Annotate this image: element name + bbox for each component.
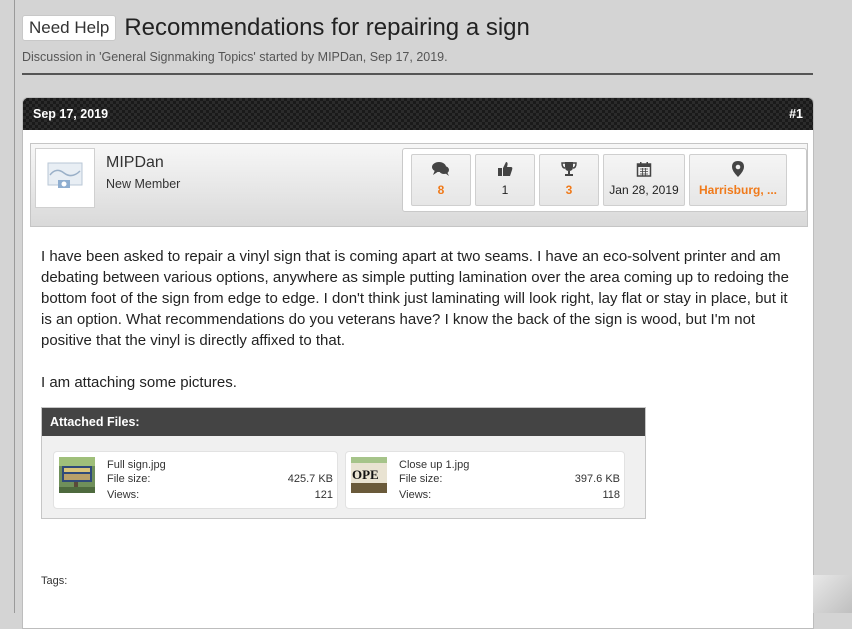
file-size-label: File size:	[399, 473, 443, 485]
username[interactable]: MIPDan	[106, 154, 164, 172]
thread-prefix-badge[interactable]: Need Help	[22, 15, 117, 41]
stat-trophies-value: 3	[565, 183, 573, 197]
post-header: Sep 17, 2019 #1	[23, 98, 813, 130]
stat-likes[interactable]: 1	[475, 154, 535, 206]
attached-files-header: Attached Files:	[42, 408, 645, 436]
stat-joined-value: Jan 28, 2019	[609, 183, 679, 197]
stat-location[interactable]: Harrisburg, ...	[689, 154, 787, 206]
title-divider	[22, 73, 813, 75]
user-info-bar: MIPDan New Member 8 1 3 Jan 28, 2019 Har…	[30, 143, 808, 227]
stat-joined[interactable]: Jan 28, 2019	[603, 154, 685, 206]
post-permalink[interactable]: #1	[789, 107, 803, 121]
attachment-thumbnail[interactable]	[59, 457, 95, 493]
file-size-value: 397.6 KB	[574, 473, 620, 485]
location-pin-icon	[690, 161, 786, 179]
thumbs-up-icon	[476, 161, 534, 179]
trophy-icon	[540, 161, 598, 179]
user-title: New Member	[106, 177, 181, 191]
stat-messages-value: 8	[437, 183, 445, 197]
page-title: Recommendations for repairing a sign	[124, 14, 530, 41]
left-divider	[14, 0, 15, 613]
attached-files: Attached Files: Full sign.jpg File size:…	[41, 407, 646, 519]
tags-label: Tags:	[41, 575, 68, 587]
stat-location-value: Harrisburg, ...	[698, 183, 778, 197]
views-label: Views:	[399, 489, 432, 501]
thread-meta: Discussion in 'General Signmaking Topics…	[22, 50, 448, 64]
views-label: Views:	[107, 489, 140, 501]
user-stats: 8 1 3 Jan 28, 2019 Harrisburg, ...	[402, 148, 807, 212]
attachment-filename[interactable]: Close up 1.jpg	[399, 459, 469, 471]
stat-trophies[interactable]: 3	[539, 154, 599, 206]
post: Sep 17, 2019 #1 MIPDan New Member 8 1 3 …	[22, 97, 814, 629]
attachment-close-up[interactable]: OPE Close up 1.jpg File size: 397.6 KB V…	[345, 451, 625, 509]
window-resize-corner[interactable]	[813, 575, 852, 613]
messages-icon	[412, 161, 470, 179]
views-value: 121	[314, 489, 333, 501]
post-paragraph: I am attaching some pictures.	[41, 374, 237, 391]
post-date: Sep 17, 2019	[33, 107, 109, 121]
avatar[interactable]	[35, 148, 95, 208]
attachment-full-sign[interactable]: Full sign.jpg File size: 425.7 KB Views:…	[53, 451, 338, 509]
calendar-icon	[604, 161, 684, 179]
stat-messages[interactable]: 8	[411, 154, 471, 206]
views-value: 118	[602, 489, 620, 501]
post-paragraph: I have been asked to repair a vinyl sign…	[41, 248, 789, 349]
file-size-value: 425.7 KB	[287, 473, 333, 485]
thumbnail-sign-text: OPE	[352, 467, 379, 482]
file-size-label: File size:	[107, 473, 151, 485]
stat-likes-value: 1	[501, 183, 509, 197]
post-body: I have been asked to repair a vinyl sign…	[41, 246, 797, 414]
attachment-thumbnail[interactable]: OPE	[351, 457, 387, 493]
attachment-filename[interactable]: Full sign.jpg	[107, 459, 166, 471]
thread-title-row: Need Help Recommendations for repairing …	[22, 14, 530, 42]
